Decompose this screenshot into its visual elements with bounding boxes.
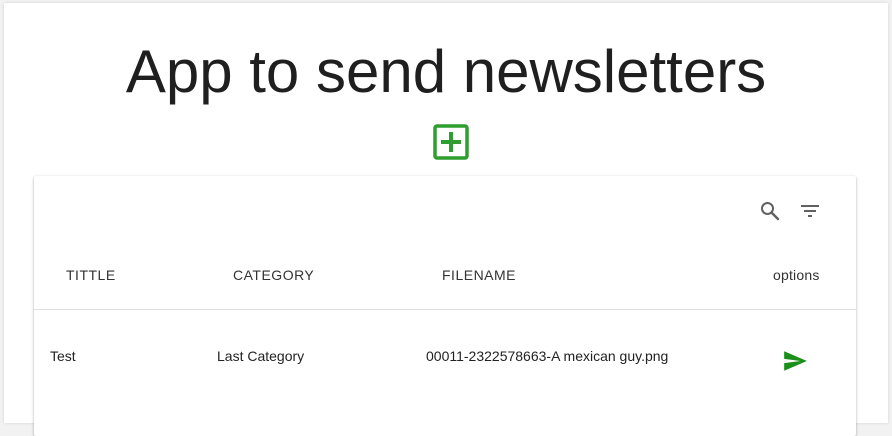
newsletter-table-card: TITTLE CATEGORY FILENAME options Test La… (34, 176, 856, 436)
add-newsletter-button[interactable] (433, 124, 469, 160)
cell-filename: 00011-2322578663-A mexican guy.png (426, 348, 669, 364)
filter-list-icon (801, 205, 819, 217)
page-container: App to send newsletters TITTLE CATEGORY … (4, 3, 888, 436)
page-title: App to send newsletters (125, 38, 767, 105)
filter-button[interactable] (798, 199, 822, 223)
add-box-icon (433, 124, 469, 160)
column-header-options: options (773, 267, 820, 283)
table-row: Test Last Category 00011-2322578663-A me… (34, 311, 856, 401)
table-header-row: TITTLE CATEGORY FILENAME options (34, 242, 856, 310)
column-header-filename[interactable]: FILENAME (442, 267, 516, 283)
cell-category: Last Category (217, 348, 305, 364)
column-header-title[interactable]: TITTLE (66, 267, 116, 283)
send-newsletter-button[interactable] (782, 348, 808, 374)
search-button[interactable] (758, 199, 782, 223)
send-icon (784, 351, 807, 371)
column-header-category[interactable]: CATEGORY (233, 267, 314, 283)
search-icon (761, 202, 780, 221)
cell-title: Test (50, 348, 76, 364)
